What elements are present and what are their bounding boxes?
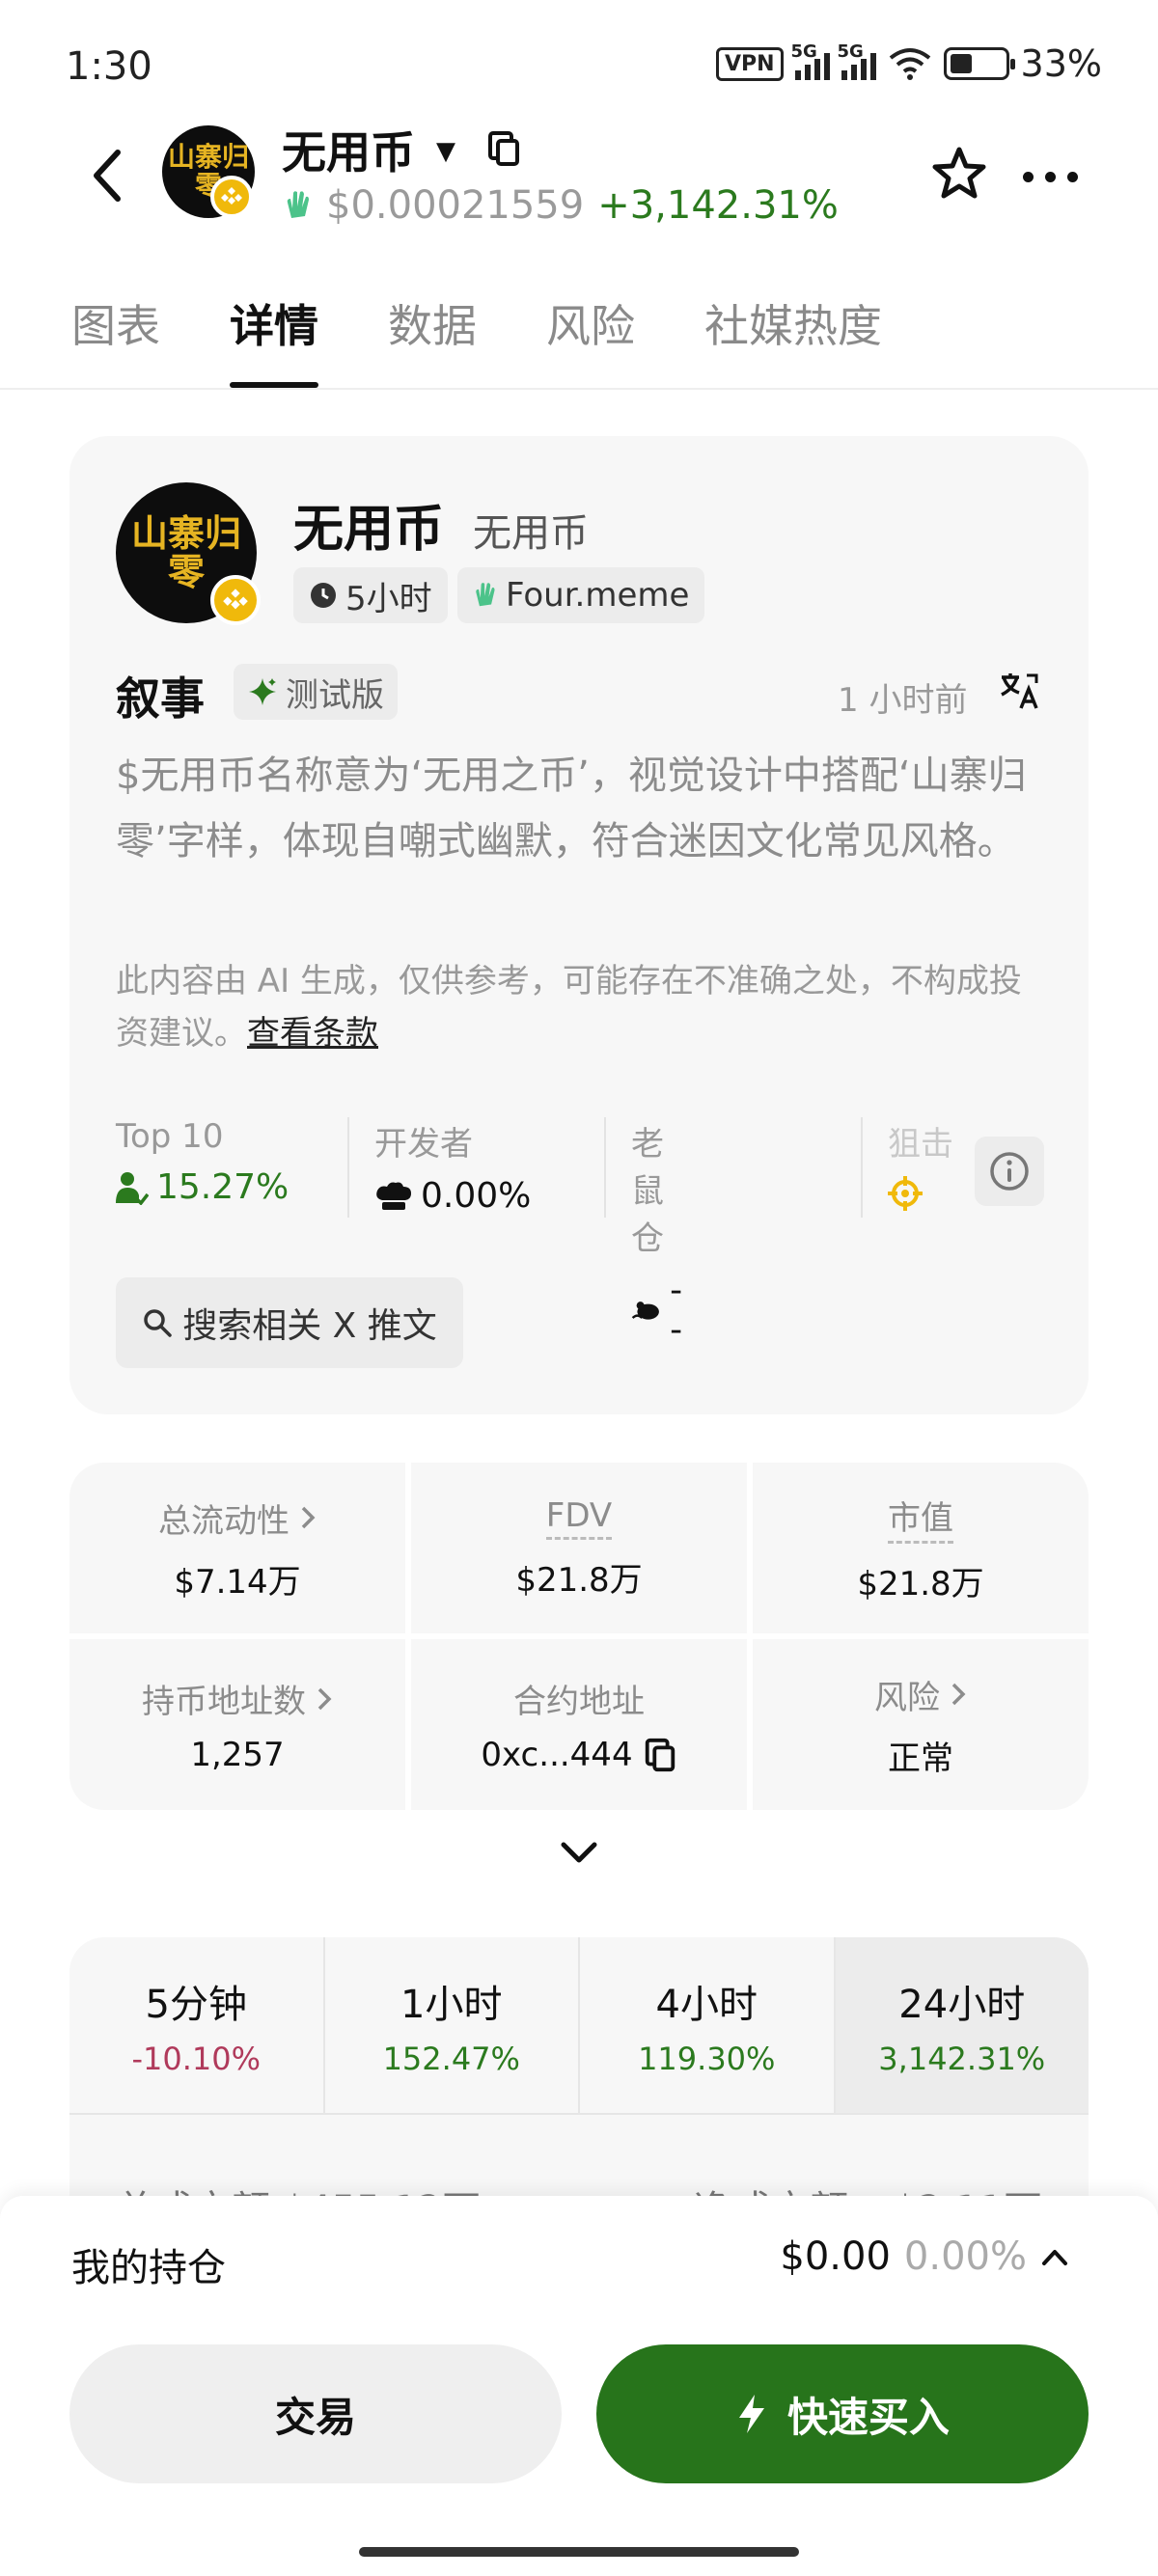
more-options-icon[interactable]: [1023, 172, 1078, 182]
sparkle-icon: [249, 678, 276, 705]
user-holder-icon: [116, 1171, 149, 1205]
token-symbol: 无用币: [473, 511, 589, 556]
status-icons: VPN 5G 5G 33%: [715, 41, 1102, 85]
chevron-right-icon: [951, 1683, 966, 1706]
trade-button[interactable]: 交易: [69, 2344, 562, 2483]
tab-bar: 图表 详情 数据 风险 社媒热度: [71, 291, 951, 388]
token-title[interactable]: 无用币: [282, 118, 415, 181]
quick-buy-button[interactable]: 快速买入: [596, 2344, 1089, 2483]
price-change: +3,142.31%: [597, 183, 839, 228]
tab-details[interactable]: 详情: [230, 291, 318, 388]
stat-developer: 开发者 0.00%: [374, 1125, 532, 1216]
metric-liquidity[interactable]: 总流动性 $7.14万: [69, 1463, 405, 1633]
copy-icon[interactable]: [643, 1737, 677, 1773]
back-arrow-icon[interactable]: [85, 145, 127, 206]
timeframe-selector: 5分钟 -10.10% 1小时 152.47% 4小时 119.30% 24小时…: [69, 1937, 1089, 2113]
token-name: 无用币: [293, 501, 445, 559]
metric-holders[interactable]: 持币地址数 1,257: [69, 1639, 405, 1810]
timeframe-1h[interactable]: 1小时 152.47%: [325, 1937, 580, 2113]
status-time: 1:30: [66, 44, 152, 89]
four-meme-icon: [287, 191, 309, 218]
metrics-grid: 总流动性 $7.14万 FDV $21.8万 市值 $21.8万 持币地址数 1…: [69, 1463, 1089, 1810]
battery-icon: [943, 47, 1015, 80]
token-price: $0.00021559: [326, 183, 585, 228]
copy-icon[interactable]: [486, 129, 521, 168]
price-row: $0.00021559 +3,142.31%: [284, 183, 839, 228]
metric-risk[interactable]: 风险 正常: [753, 1639, 1089, 1810]
lightning-icon: [738, 2395, 764, 2433]
battery-percent: 33%: [1020, 42, 1102, 85]
chevron-right-icon: [317, 1687, 332, 1710]
beta-badge: 测试版: [234, 664, 398, 720]
tabs-divider: [0, 388, 1158, 390]
total-volume: 总成交额 $455.12万: [116, 2179, 481, 2198]
age-chip: 5小时: [293, 567, 448, 623]
signal-icon: 5G: [791, 41, 830, 80]
tab-chart[interactable]: 图表: [71, 291, 160, 388]
crosshair-icon: [888, 1176, 923, 1211]
holding-percent: 0.00%: [903, 2234, 1027, 2279]
narrative-title: 叙事: [116, 672, 205, 725]
narrative-description: $无用币名称意为‘无用之币’，视觉设计中搭配‘山寨归零’字样，体现自嘲式幽默，符…: [116, 754, 1027, 863]
my-holding-label: 我的持仓: [71, 2246, 226, 2290]
bnb-chain-icon: [210, 176, 253, 218]
stat-rat-warehouse: 老鼠仓 --: [631, 1125, 683, 1350]
expand-chevron-down-icon[interactable]: [558, 1839, 600, 1868]
tab-data[interactable]: 数据: [388, 291, 477, 388]
narrative-time: 1 小时前: [838, 681, 968, 720]
bnb-chain-icon: [210, 575, 261, 625]
search-icon: [144, 1309, 172, 1337]
net-volume: 净成交额 +$2.11万: [694, 2179, 1042, 2198]
clock-icon: [311, 583, 336, 608]
info-icon[interactable]: [975, 1137, 1044, 1206]
signal-icon-2: 5G: [838, 41, 876, 80]
timeframe-24h[interactable]: 24小时 3,142.31%: [835, 1937, 1089, 2113]
stat-sniper: 狙击: [888, 1117, 973, 1223]
chevron-right-icon: [301, 1506, 316, 1529]
platform-chip[interactable]: Four.meme: [457, 567, 705, 623]
rat-icon: [631, 1302, 659, 1320]
chef-hat-icon: [376, 1182, 411, 1210]
four-meme-icon: [476, 583, 495, 607]
stat-top10: Top 10 15.27%: [116, 1117, 290, 1207]
my-holding-summary[interactable]: $0.00 0.00%: [780, 2234, 1069, 2279]
metric-market-cap[interactable]: 市值 $21.8万: [753, 1463, 1089, 1633]
terms-link[interactable]: 查看条款: [247, 1014, 378, 1053]
vpn-icon: VPN: [715, 46, 784, 81]
wifi-icon: [889, 48, 930, 80]
chevron-up-icon[interactable]: [1040, 2246, 1069, 2267]
translate-icon[interactable]: [998, 670, 1040, 712]
ai-disclaimer: 此内容由 AI 生成，仅供参考，可能存在不准确之处，不构成投资建议。查看条款: [116, 962, 1022, 1053]
timeframe-5m[interactable]: 5分钟 -10.10%: [69, 1937, 325, 2113]
metric-contract-address[interactable]: 合约地址 0xc...444: [411, 1639, 747, 1810]
tab-risk[interactable]: 风险: [546, 291, 635, 388]
search-x-posts-button[interactable]: 搜索相关 X 推文: [116, 1277, 463, 1368]
metric-fdv[interactable]: FDV $21.8万: [411, 1463, 747, 1633]
home-indicator[interactable]: [359, 2547, 799, 2557]
timeframe-4h[interactable]: 4小时 119.30%: [580, 1937, 836, 2113]
tab-social-heat[interactable]: 社媒热度: [704, 291, 882, 388]
dropdown-caret-icon[interactable]: ▼: [436, 137, 455, 166]
holding-value: $0.00: [780, 2234, 891, 2279]
volume-row: 总成交额 $455.12万 净成交额 +$2.11万: [69, 2113, 1089, 2198]
favorite-star-icon[interactable]: [930, 145, 988, 203]
